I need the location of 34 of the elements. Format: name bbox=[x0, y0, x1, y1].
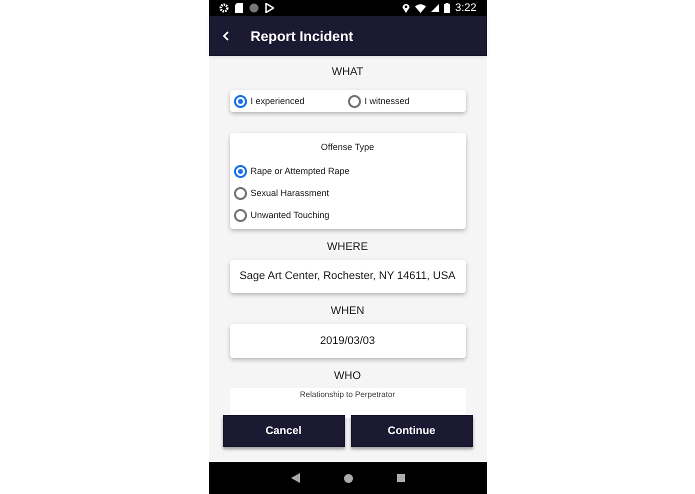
screen-title: Report Incident bbox=[250, 26, 354, 46]
clock-time: 3:22 bbox=[455, 2, 476, 14]
play-store-icon bbox=[264, 3, 274, 13]
relationship-field[interactable]: Relationship to Perpetrator bbox=[230, 388, 466, 418]
section-heading: WHERE bbox=[327, 241, 368, 254]
section-heading: WHO bbox=[334, 370, 361, 383]
recents-square-icon[interactable] bbox=[396, 474, 404, 482]
action-button[interactable]: Continue bbox=[350, 415, 472, 447]
wifi-icon bbox=[415, 4, 426, 12]
radio-option[interactable]: Unwanted Touching bbox=[234, 204, 462, 226]
radio-button[interactable] bbox=[234, 186, 246, 200]
radio-option[interactable]: I witnessed bbox=[348, 94, 462, 108]
settings-icon bbox=[218, 3, 228, 13]
radio-button[interactable] bbox=[234, 164, 246, 178]
sd-card-icon bbox=[234, 3, 242, 13]
battery-icon bbox=[444, 3, 450, 13]
radio-button[interactable] bbox=[234, 208, 246, 222]
signal-icon bbox=[431, 4, 440, 12]
back-icon[interactable] bbox=[222, 31, 228, 41]
card-title: Offense Type bbox=[320, 142, 374, 153]
radio-button[interactable] bbox=[234, 94, 246, 108]
circle-icon bbox=[248, 3, 258, 13]
home-circle-icon[interactable] bbox=[344, 474, 352, 482]
section-heading: WHAT bbox=[332, 66, 364, 79]
section-heading: WHEN bbox=[330, 305, 364, 318]
action-button[interactable]: Cancel bbox=[222, 415, 344, 447]
radio-button[interactable] bbox=[348, 94, 360, 108]
radio-option[interactable]: Rape or Attempted Rape bbox=[234, 160, 462, 182]
radio-option[interactable]: Sexual Harassment bbox=[234, 182, 462, 204]
date-field[interactable]: 2019/03/03 bbox=[230, 324, 466, 358]
radio-option[interactable]: I experienced bbox=[234, 94, 348, 108]
location-field[interactable]: Sage Art Center, Rochester, NY 14611, USA bbox=[230, 260, 466, 293]
location-icon bbox=[402, 3, 410, 13]
back-triangle-icon[interactable] bbox=[290, 473, 300, 483]
